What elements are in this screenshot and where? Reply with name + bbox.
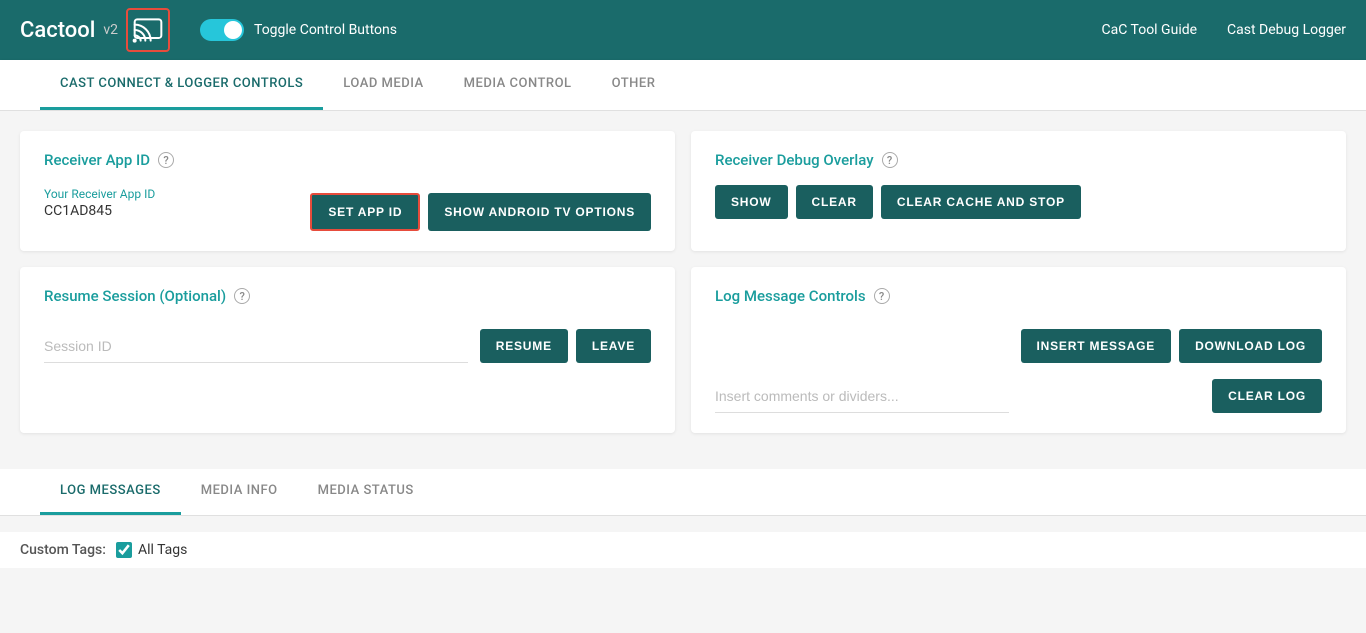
app-version: v2: [103, 22, 118, 38]
leave-button[interactable]: LEAVE: [576, 329, 651, 363]
app-header: Cactool v2 Toggle Control Buttons CaC To…: [0, 0, 1366, 60]
toggle-section: Toggle Control Buttons: [200, 19, 1101, 41]
receiver-app-id-card: Receiver App ID ? Your Receiver App ID C…: [20, 131, 675, 251]
insert-message-button[interactable]: INSERT MESSAGE: [1021, 329, 1172, 363]
log-message-controls-help-icon[interactable]: ?: [874, 288, 890, 304]
receiver-app-id-row: Your Receiver App ID CC1AD845 SET APP ID…: [44, 185, 651, 231]
lower-tab-media-info[interactable]: MEDIA INFO: [181, 469, 298, 515]
show-android-tv-button[interactable]: SHOW ANDROID TV OPTIONS: [428, 193, 651, 231]
main-tabs: CAST CONNECT & LOGGER CONTROLS LOAD MEDI…: [0, 60, 1366, 111]
resume-button[interactable]: RESUME: [480, 329, 568, 363]
clear-log-button[interactable]: CLEAR LOG: [1212, 379, 1322, 413]
tab-load-media[interactable]: LOAD MEDIA: [323, 60, 443, 110]
clear-cache-stop-button[interactable]: CLEAR CACHE AND STOP: [881, 185, 1081, 219]
receiver-app-id-input-value[interactable]: CC1AD845: [44, 203, 298, 219]
receiver-debug-overlay-help-icon[interactable]: ?: [882, 152, 898, 168]
lower-tab-log-messages[interactable]: LOG MESSAGES: [40, 469, 181, 515]
app-name: Cactool: [20, 18, 95, 43]
receiver-debug-overlay-title: Receiver Debug Overlay ?: [715, 151, 1322, 169]
download-log-button[interactable]: DOWNLOAD LOG: [1179, 329, 1322, 363]
receiver-debug-overlay-card: Receiver Debug Overlay ? SHOW CLEAR CLEA…: [691, 131, 1346, 251]
log-message-buttons-row2: CLEAR LOG: [1212, 379, 1322, 413]
tab-cast-connect-logger[interactable]: CAST CONNECT & LOGGER CONTROLS: [40, 60, 323, 110]
clear-overlay-button[interactable]: CLEAR: [796, 185, 873, 219]
main-content: Receiver App ID ? Your Receiver App ID C…: [0, 111, 1366, 469]
session-id-input[interactable]: [44, 330, 468, 363]
lower-tabs: LOG MESSAGES MEDIA INFO MEDIA STATUS: [0, 469, 1366, 516]
resume-session-card: Resume Session (Optional) ? RESUME LEAVE: [20, 267, 675, 433]
all-tags-checkbox-wrapper[interactable]: All Tags: [116, 542, 187, 558]
cast-icon: [132, 14, 164, 46]
cac-tool-guide-link[interactable]: CaC Tool Guide: [1102, 22, 1198, 38]
custom-tags-label: Custom Tags:: [20, 542, 106, 558]
session-id-input-group: [44, 330, 468, 363]
receiver-app-id-title: Receiver App ID ?: [44, 151, 651, 169]
toggle-label: Toggle Control Buttons: [254, 22, 397, 38]
cast-icon-wrapper[interactable]: [126, 8, 170, 52]
receiver-app-id-buttons: SET APP ID SHOW ANDROID TV OPTIONS: [310, 193, 651, 231]
custom-tags-row: Custom Tags: All Tags: [0, 532, 1366, 568]
tab-other[interactable]: OTHER: [592, 60, 676, 110]
log-message-controls-row: INSERT MESSAGE DOWNLOAD LOG CLEAR LOG: [715, 321, 1322, 413]
receiver-app-id-input-group: Your Receiver App ID CC1AD845: [44, 187, 298, 231]
log-message-controls-card: Log Message Controls ? INSERT MESSAGE DO…: [691, 267, 1346, 433]
cast-debug-logger-link[interactable]: Cast Debug Logger: [1227, 22, 1346, 38]
resume-session-buttons: RESUME LEAVE: [480, 329, 651, 363]
tab-media-control[interactable]: MEDIA CONTROL: [444, 60, 592, 110]
resume-session-title: Resume Session (Optional) ?: [44, 287, 651, 305]
set-app-id-button[interactable]: SET APP ID: [310, 193, 420, 231]
resume-session-help-icon[interactable]: ?: [234, 288, 250, 304]
all-tags-checkbox[interactable]: [116, 542, 132, 558]
all-tags-label: All Tags: [138, 542, 187, 558]
card-grid: Receiver App ID ? Your Receiver App ID C…: [20, 131, 1346, 433]
log-message-buttons-row1: INSERT MESSAGE DOWNLOAD LOG: [1021, 329, 1322, 363]
show-overlay-button[interactable]: SHOW: [715, 185, 788, 219]
receiver-app-id-input-label: Your Receiver App ID: [44, 187, 298, 201]
log-message-buttons: INSERT MESSAGE DOWNLOAD LOG CLEAR LOG: [1021, 329, 1322, 413]
log-message-controls-title: Log Message Controls ?: [715, 287, 1322, 305]
log-message-input[interactable]: [715, 380, 1009, 413]
header-nav: CaC Tool Guide Cast Debug Logger: [1102, 22, 1347, 38]
receiver-debug-overlay-buttons: SHOW CLEAR CLEAR CACHE AND STOP: [715, 185, 1322, 219]
log-message-input-group: [715, 380, 1009, 413]
lower-tab-media-status[interactable]: MEDIA STATUS: [298, 469, 434, 515]
app-logo: Cactool v2: [20, 8, 170, 52]
resume-session-row: RESUME LEAVE: [44, 321, 651, 363]
toggle-control-buttons[interactable]: [200, 19, 244, 41]
receiver-app-id-help-icon[interactable]: ?: [158, 152, 174, 168]
